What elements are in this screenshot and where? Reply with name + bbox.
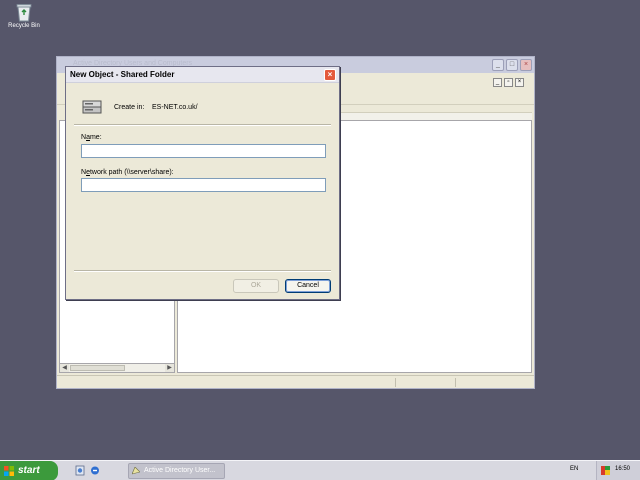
- maximize-button[interactable]: □: [506, 59, 518, 71]
- language-indicator[interactable]: EN: [570, 466, 578, 472]
- start-button[interactable]: start: [0, 461, 58, 480]
- mmc-icon: [132, 467, 140, 475]
- minimize-button[interactable]: _: [492, 59, 504, 71]
- create-in-label: Create in:: [114, 104, 145, 111]
- network-path-input[interactable]: [81, 178, 326, 192]
- tree-horizontal-scrollbar[interactable]: ◀ ▶: [59, 363, 175, 373]
- network-path-label: Network path (\\server\share):: [81, 169, 174, 176]
- recycle-bin-icon: [16, 4, 32, 22]
- windows-flag-icon: [4, 466, 14, 476]
- name-input[interactable]: [81, 144, 326, 158]
- recycle-bin-label: Recycle Bin: [8, 23, 40, 29]
- scroll-thumb[interactable]: [70, 365, 125, 371]
- recycle-bin-shortcut[interactable]: Recycle Bin: [6, 2, 42, 29]
- mdi-close-button[interactable]: ×: [515, 78, 524, 87]
- dialog-close-button[interactable]: ×: [324, 69, 336, 81]
- network-tray-icon[interactable]: [601, 466, 610, 475]
- ie-icon[interactable]: [90, 465, 100, 476]
- cancel-button[interactable]: Cancel: [285, 279, 331, 293]
- system-tray: 16:50: [596, 461, 640, 480]
- scroll-left-arrow-icon[interactable]: ◀: [60, 364, 69, 372]
- status-bar: [57, 375, 534, 388]
- mdi-restore-button[interactable]: ▫: [504, 78, 513, 87]
- taskbar-item-active-directory[interactable]: Active Directory User...: [128, 463, 225, 479]
- server-share-icon: [82, 100, 102, 114]
- start-label: start: [18, 465, 40, 476]
- clock[interactable]: 16:50: [615, 466, 630, 472]
- explorer-icon[interactable]: [75, 465, 85, 476]
- status-divider: [455, 378, 456, 387]
- new-shared-folder-dialog[interactable]: New Object - Shared Folder × Create in: …: [65, 66, 340, 300]
- taskbar: start Active Directory User... EN 16:50: [0, 460, 640, 480]
- create-in-value: ES-NET.co.uk/: [152, 104, 198, 111]
- mdi-minimize-button[interactable]: _: [493, 78, 502, 87]
- divider: [74, 124, 331, 126]
- ok-button[interactable]: OK: [233, 279, 279, 293]
- status-divider: [395, 378, 396, 387]
- name-label: Name:: [81, 134, 102, 141]
- dialog-titlebar[interactable]: New Object - Shared Folder ×: [66, 67, 339, 83]
- taskbar-item-label: Active Directory User...: [144, 467, 216, 474]
- dialog-title: New Object - Shared Folder: [70, 70, 175, 79]
- divider: [74, 270, 331, 272]
- close-button[interactable]: ×: [520, 59, 532, 71]
- scroll-right-arrow-icon[interactable]: ▶: [165, 364, 174, 372]
